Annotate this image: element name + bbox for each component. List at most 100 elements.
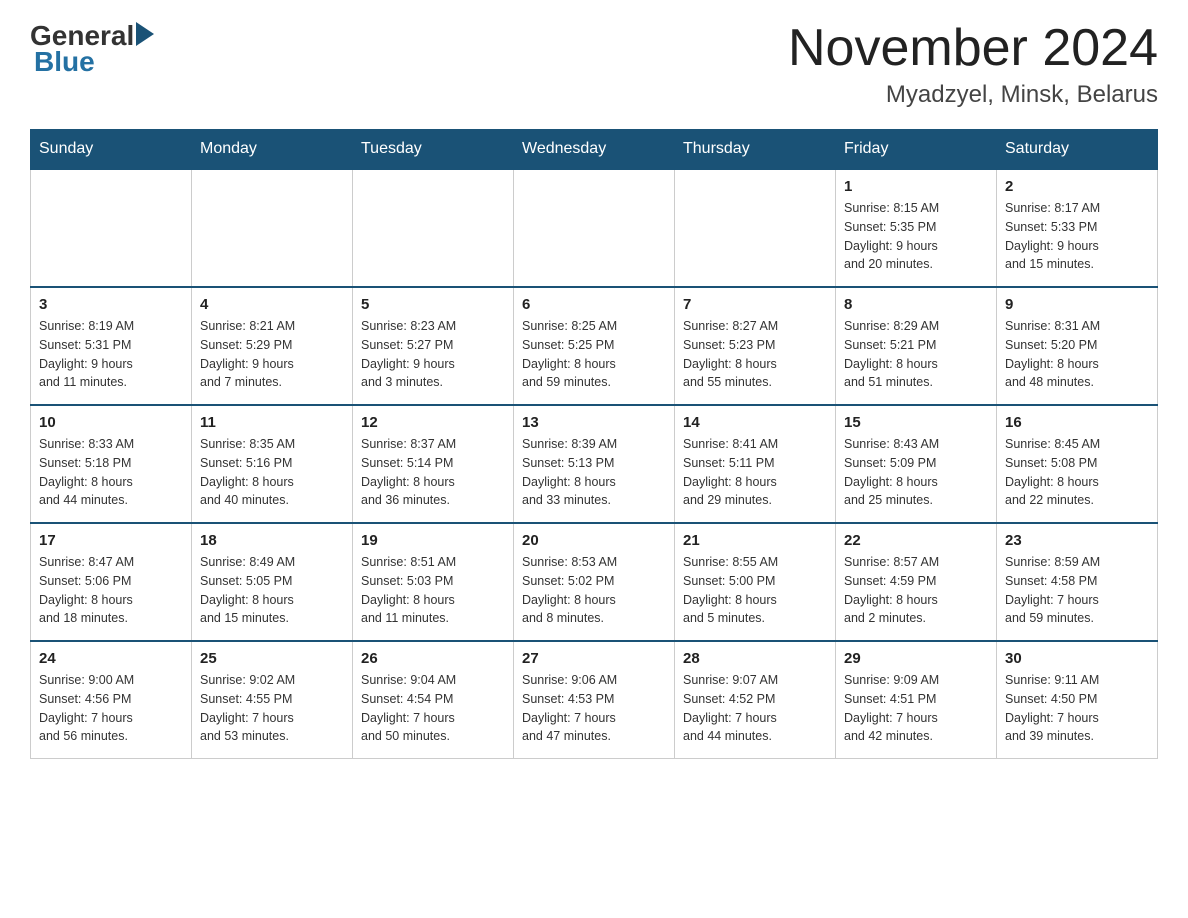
day-number: 9 [1005,296,1149,313]
calendar-location: Myadzyel, Minsk, Belarus [788,81,1158,109]
column-header-friday: Friday [836,130,997,170]
calendar-cell: 8 Sunrise: 8:29 AMSunset: 5:21 PMDaylight… [836,287,997,405]
calendar-week-row-3: 10Sunrise: 8:33 AMSunset: 5:18 PMDayligh… [31,405,1158,523]
day-info: Sunrise: 8:43 AMSunset: 5:09 PMDaylight:… [844,435,988,510]
calendar-cell: 18Sunrise: 8:49 AMSunset: 5:05 PMDayligh… [192,523,353,641]
day-info: Sunrise: 8:25 AMSunset: 5:25 PMDaylight:… [522,317,666,392]
day-info: Sunrise: 9:00 AMSunset: 4:56 PMDaylight:… [39,671,183,746]
day-number: 7 [683,296,827,313]
day-number: 22 [844,532,988,549]
day-number: 26 [361,650,505,667]
day-number: 6 [522,296,666,313]
day-info: Sunrise: 8:45 AMSunset: 5:08 PMDaylight:… [1005,435,1149,510]
calendar-cell: 9 Sunrise: 8:31 AMSunset: 5:20 PMDaylight… [997,287,1158,405]
day-number: 14 [683,414,827,431]
calendar-cell: 25 Sunrise: 9:02 AMSunset: 4:55 PMDayligh… [192,641,353,759]
day-info: Sunrise: 8:55 AMSunset: 5:00 PMDaylight:… [683,553,827,628]
calendar-cell: 3 Sunrise: 8:19 AMSunset: 5:31 PMDaylight… [31,287,192,405]
calendar-month-year: November 2024 [788,20,1158,77]
day-number: 28 [683,650,827,667]
day-info: Sunrise: 8:17 AMSunset: 5:33 PMDaylight:… [1005,199,1149,274]
day-number: 11 [200,414,344,431]
day-number: 23 [1005,532,1149,549]
calendar-cell: 30 Sunrise: 9:11 AMSunset: 4:50 PMDayligh… [997,641,1158,759]
calendar-title-block: November 2024 Myadzyel, Minsk, Belarus [788,20,1158,109]
calendar-cell: 20 Sunrise: 8:53 AMSunset: 5:02 PMDayligh… [514,523,675,641]
day-info: Sunrise: 8:53 AMSunset: 5:02 PMDaylight:… [522,553,666,628]
calendar-cell: 10Sunrise: 8:33 AMSunset: 5:18 PMDayligh… [31,405,192,523]
calendar-week-row-1: 1 Sunrise: 8:15 AMSunset: 5:35 PMDaylight… [31,169,1158,287]
calendar-cell: 15 Sunrise: 8:43 AMSunset: 5:09 PMDayligh… [836,405,997,523]
day-number: 18 [200,532,344,549]
day-info: Sunrise: 8:29 AMSunset: 5:21 PMDaylight:… [844,317,988,392]
calendar-header-row: SundayMondayTuesdayWednesdayThursdayFrid… [31,130,1158,170]
day-info: Sunrise: 9:02 AMSunset: 4:55 PMDaylight:… [200,671,344,746]
calendar-week-row-4: 17Sunrise: 8:47 AMSunset: 5:06 PMDayligh… [31,523,1158,641]
calendar-cell [31,169,192,287]
calendar-cell: 13Sunrise: 8:39 AMSunset: 5:13 PMDayligh… [514,405,675,523]
calendar-cell: 1 Sunrise: 8:15 AMSunset: 5:35 PMDaylight… [836,169,997,287]
day-number: 20 [522,532,666,549]
day-info: Sunrise: 8:41 AMSunset: 5:11 PMDaylight:… [683,435,827,510]
day-number: 13 [522,414,666,431]
calendar-cell: 24Sunrise: 9:00 AMSunset: 4:56 PMDayligh… [31,641,192,759]
calendar-table: SundayMondayTuesdayWednesdayThursdayFrid… [30,129,1158,759]
calendar-cell: 23 Sunrise: 8:59 AMSunset: 4:58 PMDayligh… [997,523,1158,641]
day-info: Sunrise: 8:51 AMSunset: 5:03 PMDaylight:… [361,553,505,628]
calendar-cell: 14 Sunrise: 8:41 AMSunset: 5:11 PMDayligh… [675,405,836,523]
day-info: Sunrise: 8:35 AMSunset: 5:16 PMDaylight:… [200,435,344,510]
column-header-saturday: Saturday [997,130,1158,170]
calendar-cell: 6 Sunrise: 8:25 AMSunset: 5:25 PMDaylight… [514,287,675,405]
calendar-cell: 26 Sunrise: 9:04 AMSunset: 4:54 PMDayligh… [353,641,514,759]
day-number: 8 [844,296,988,313]
day-number: 2 [1005,178,1149,195]
column-header-thursday: Thursday [675,130,836,170]
day-info: Sunrise: 8:21 AMSunset: 5:29 PMDaylight:… [200,317,344,392]
day-number: 19 [361,532,505,549]
day-number: 1 [844,178,988,195]
day-number: 29 [844,650,988,667]
day-number: 15 [844,414,988,431]
logo-arrow-icon [136,22,154,46]
column-header-sunday: Sunday [31,130,192,170]
day-info: Sunrise: 9:04 AMSunset: 4:54 PMDaylight:… [361,671,505,746]
day-number: 10 [39,414,183,431]
day-number: 5 [361,296,505,313]
calendar-cell: 27 Sunrise: 9:06 AMSunset: 4:53 PMDayligh… [514,641,675,759]
calendar-cell: 2 Sunrise: 8:17 AMSunset: 5:33 PMDaylight… [997,169,1158,287]
day-info: Sunrise: 9:11 AMSunset: 4:50 PMDaylight:… [1005,671,1149,746]
calendar-cell: 28 Sunrise: 9:07 AMSunset: 4:52 PMDayligh… [675,641,836,759]
calendar-cell: 12 Sunrise: 8:37 AMSunset: 5:14 PMDayligh… [353,405,514,523]
day-number: 12 [361,414,505,431]
column-header-monday: Monday [192,130,353,170]
day-info: Sunrise: 8:23 AMSunset: 5:27 PMDaylight:… [361,317,505,392]
page-header: General Blue November 2024 Myadzyel, Min… [30,20,1158,109]
calendar-cell: 16 Sunrise: 8:45 AMSunset: 5:08 PMDayligh… [997,405,1158,523]
day-info: Sunrise: 8:37 AMSunset: 5:14 PMDaylight:… [361,435,505,510]
day-info: Sunrise: 9:09 AMSunset: 4:51 PMDaylight:… [844,671,988,746]
logo: General Blue [30,20,154,78]
day-number: 30 [1005,650,1149,667]
day-number: 27 [522,650,666,667]
calendar-cell: 17Sunrise: 8:47 AMSunset: 5:06 PMDayligh… [31,523,192,641]
calendar-week-row-5: 24Sunrise: 9:00 AMSunset: 4:56 PMDayligh… [31,641,1158,759]
day-info: Sunrise: 8:59 AMSunset: 4:58 PMDaylight:… [1005,553,1149,628]
calendar-cell: 4Sunrise: 8:21 AMSunset: 5:29 PMDaylight… [192,287,353,405]
calendar-cell [514,169,675,287]
day-number: 16 [1005,414,1149,431]
calendar-cell: 7Sunrise: 8:27 AMSunset: 5:23 PMDaylight… [675,287,836,405]
day-info: Sunrise: 8:57 AMSunset: 4:59 PMDaylight:… [844,553,988,628]
day-info: Sunrise: 9:06 AMSunset: 4:53 PMDaylight:… [522,671,666,746]
day-number: 3 [39,296,183,313]
day-info: Sunrise: 8:19 AMSunset: 5:31 PMDaylight:… [39,317,183,392]
column-header-tuesday: Tuesday [353,130,514,170]
day-number: 25 [200,650,344,667]
day-info: Sunrise: 9:07 AMSunset: 4:52 PMDaylight:… [683,671,827,746]
day-info: Sunrise: 8:15 AMSunset: 5:35 PMDaylight:… [844,199,988,274]
calendar-cell: 11 Sunrise: 8:35 AMSunset: 5:16 PMDayligh… [192,405,353,523]
day-info: Sunrise: 8:31 AMSunset: 5:20 PMDaylight:… [1005,317,1149,392]
calendar-cell: 19 Sunrise: 8:51 AMSunset: 5:03 PMDayligh… [353,523,514,641]
calendar-week-row-2: 3 Sunrise: 8:19 AMSunset: 5:31 PMDaylight… [31,287,1158,405]
day-info: Sunrise: 8:47 AMSunset: 5:06 PMDaylight:… [39,553,183,628]
day-number: 21 [683,532,827,549]
